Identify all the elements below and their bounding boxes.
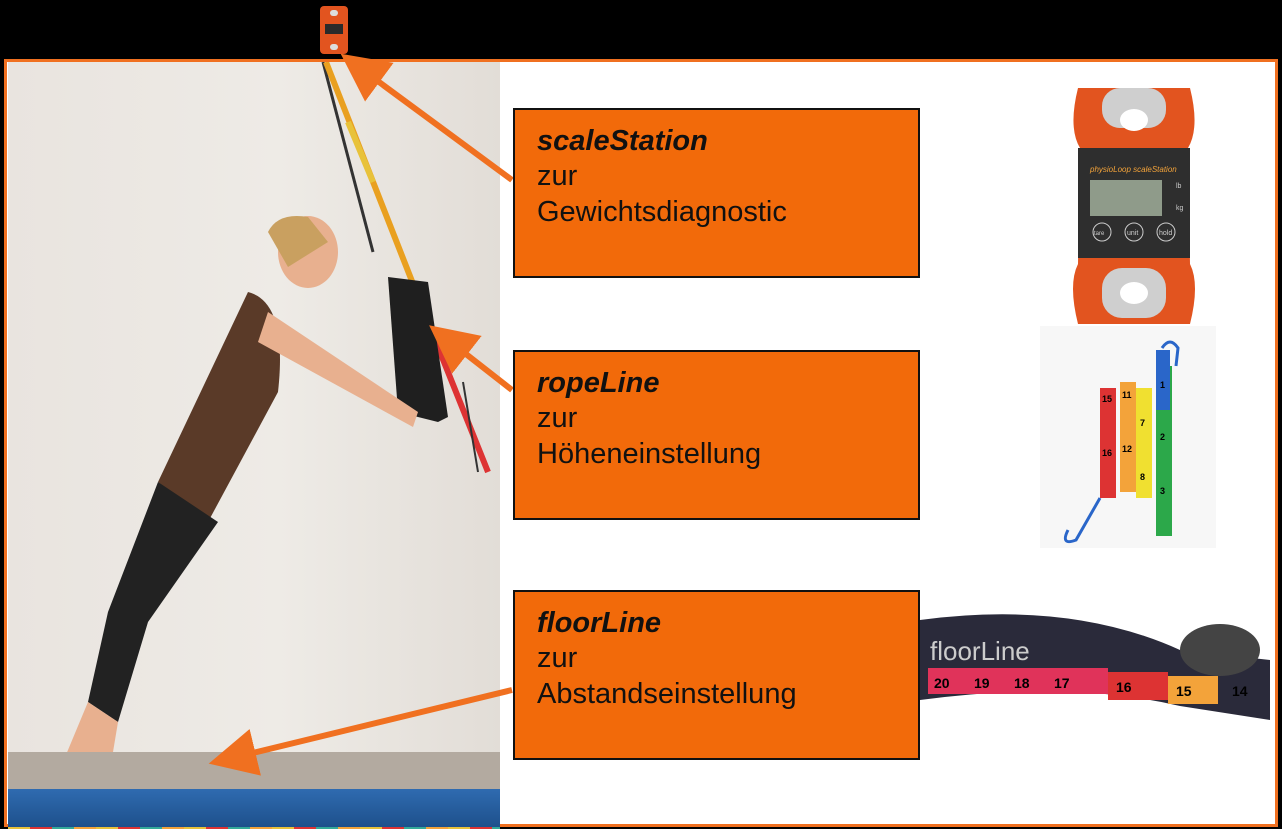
floor-number: 20 xyxy=(934,675,950,691)
rope-number: 3 xyxy=(1160,486,1165,496)
label-title: ropeLine xyxy=(537,367,660,399)
floor-number: 19 xyxy=(974,675,990,691)
label-line: zur xyxy=(537,642,578,675)
rope-line-straps: 15 16 11 12 7 8 1 2 3 xyxy=(1040,326,1216,548)
arrow-scale-station xyxy=(340,53,514,183)
floor-number: 16 xyxy=(1116,679,1132,695)
floor-number: 18 xyxy=(1014,675,1030,691)
label-floor-line: floorLine zur Abstandseinstellung xyxy=(513,590,920,760)
rope-number: 2 xyxy=(1160,432,1165,442)
scale-button-label: tare xyxy=(1094,231,1105,237)
scale-station-device: physioLoop scaleStation lb kg tare unit … xyxy=(1073,88,1195,324)
floor-number: 14 xyxy=(1232,683,1248,699)
label-line: zur xyxy=(537,402,578,435)
label-scale-station: scaleStation zur Gewichtsdiagnostic xyxy=(513,108,920,278)
unit-lb: lb xyxy=(1176,183,1182,190)
rope-number: 12 xyxy=(1122,444,1132,454)
rope-number: 8 xyxy=(1140,472,1145,482)
rope-number: 7 xyxy=(1140,418,1145,428)
rope-number: 1 xyxy=(1160,380,1165,390)
label-line: Abstandseinstellung xyxy=(537,677,797,710)
scale-brand-text: physioLoop scaleStation xyxy=(1089,165,1177,174)
unit-kg: kg xyxy=(1176,205,1184,212)
label-line: Höheneinstellung xyxy=(537,437,762,470)
label-title: scaleStation xyxy=(537,125,708,157)
label-title: floorLine xyxy=(537,607,662,639)
floor-number: 17 xyxy=(1054,675,1070,691)
arrow-rope-line xyxy=(429,325,514,393)
label-rope-line: ropeLine zur Höheneinstellung xyxy=(513,350,920,520)
floor-line-logo: floorLine xyxy=(930,636,1030,666)
rope-number: 11 xyxy=(1122,390,1132,400)
scale-button-label: hold xyxy=(1159,230,1172,237)
rope-number: 16 xyxy=(1102,448,1112,458)
label-line: Gewichtsdiagnostic xyxy=(537,195,787,228)
arrow-floor-line xyxy=(208,687,513,776)
scale-button-label: unit xyxy=(1127,230,1138,237)
floor-number: 15 xyxy=(1176,683,1192,699)
floor-line-tape: floorLine 20 19 18 17 16 15 14 xyxy=(920,614,1270,720)
label-line: zur xyxy=(537,160,578,193)
rope-number: 15 xyxy=(1102,394,1112,404)
